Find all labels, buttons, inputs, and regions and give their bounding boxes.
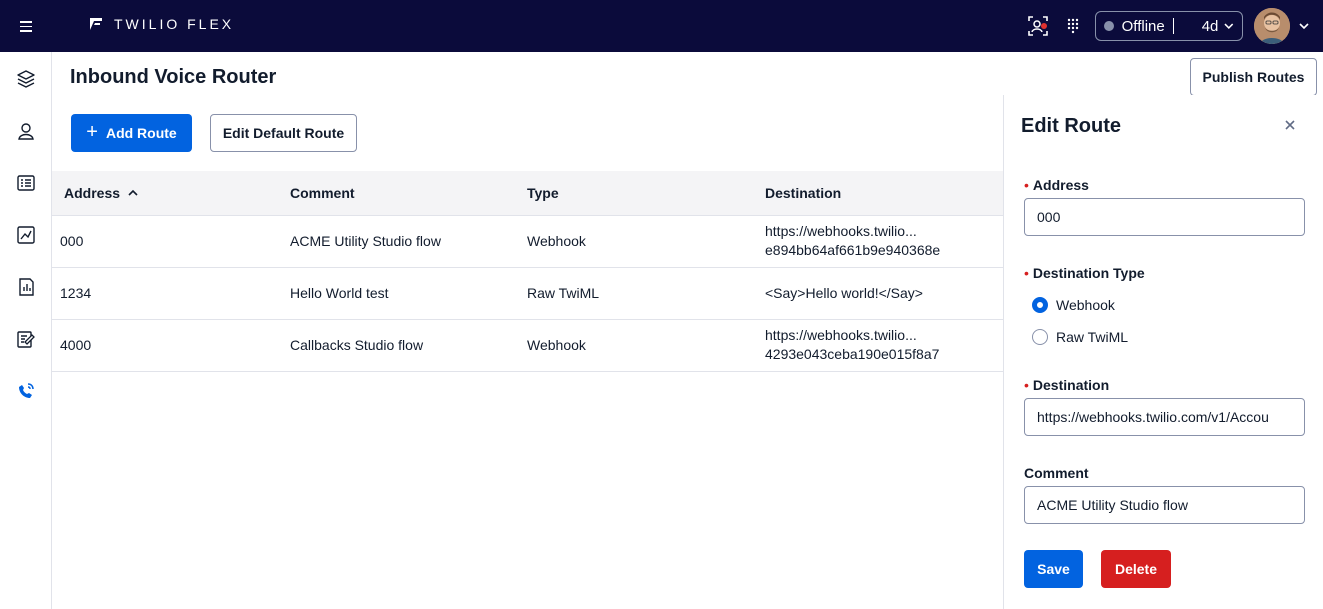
add-route-button[interactable]: + Add Route bbox=[71, 114, 192, 152]
chevron-down-icon[interactable] bbox=[1299, 21, 1309, 31]
nav-layers[interactable] bbox=[16, 69, 36, 89]
destination-type-label: • Destination Type bbox=[1024, 265, 1145, 281]
publish-routes-button[interactable]: Publish Routes bbox=[1190, 58, 1317, 96]
close-icon[interactable] bbox=[1283, 118, 1297, 132]
nav-voice-router[interactable] bbox=[16, 381, 36, 401]
radio-button-checked[interactable] bbox=[1032, 297, 1048, 313]
radio-webhook[interactable]: Webhook bbox=[1032, 297, 1115, 313]
status-label: Offline bbox=[1121, 17, 1165, 35]
plus-icon: + bbox=[86, 121, 98, 143]
comment-label: Comment bbox=[1024, 465, 1089, 481]
top-bar: TWILIO FLEX Offline 4d bbox=[0, 0, 1323, 52]
edit-route-panel: Edit Route • Address 000 • Destination Typ… bbox=[1003, 95, 1323, 609]
nav-reports[interactable] bbox=[16, 277, 36, 297]
nav-queues[interactable] bbox=[16, 173, 36, 193]
cell-comment: Hello World test bbox=[290, 285, 389, 301]
required-marker: • bbox=[1024, 177, 1029, 193]
reports-icon bbox=[19, 278, 34, 296]
cell-destination: <Say>Hello world!</Say> bbox=[765, 285, 923, 301]
destination-input[interactable]: https://webhooks.twilio.com/v1/Accou bbox=[1024, 398, 1305, 436]
queues-list-icon bbox=[17, 175, 35, 191]
save-button[interactable]: Save bbox=[1024, 550, 1083, 588]
cell-address: 1234 bbox=[60, 285, 92, 301]
edit-default-route-button[interactable]: Edit Default Route bbox=[210, 114, 357, 152]
address-input[interactable]: 000 bbox=[1024, 198, 1305, 236]
nav-agents[interactable] bbox=[16, 121, 36, 141]
table-row[interactable]: 1234 Hello World test Raw TwiML <Say>Hel… bbox=[52, 268, 1003, 320]
table-row[interactable]: 4000 Callbacks Studio flow Webhook https… bbox=[52, 320, 1003, 372]
nav-edit[interactable] bbox=[16, 329, 36, 349]
cell-type: Raw TwiML bbox=[527, 285, 600, 301]
layers-icon bbox=[17, 70, 35, 88]
sort-ascending-icon bbox=[128, 189, 138, 196]
cell-address: 4000 bbox=[60, 337, 92, 353]
menu-icon[interactable] bbox=[18, 18, 34, 34]
side-nav bbox=[0, 52, 52, 609]
twilio-flex-logo-icon bbox=[90, 18, 102, 30]
page-title: Inbound Voice Router bbox=[70, 66, 277, 88]
edit-list-icon bbox=[17, 331, 35, 348]
screen-record-icon[interactable] bbox=[1027, 15, 1049, 37]
cell-comment: Callbacks Studio flow bbox=[290, 337, 424, 353]
delete-button[interactable]: Delete bbox=[1101, 550, 1171, 588]
cell-type: Webhook bbox=[527, 233, 586, 249]
status-duration: 4d bbox=[1201, 17, 1219, 35]
cell-destination: https://webhooks.twilio... e894bb64af661… bbox=[765, 223, 941, 258]
address-label: • Address bbox=[1024, 177, 1089, 193]
table-row[interactable]: 000 ACME Utility Studio flow Webhook htt… bbox=[52, 216, 1003, 268]
column-header-address[interactable]: Address bbox=[64, 185, 138, 201]
phone-router-icon bbox=[19, 383, 34, 398]
agents-icon bbox=[18, 123, 34, 140]
routes-table: Address Comment Type Destination 000 ACM… bbox=[52, 171, 1003, 372]
required-marker: • bbox=[1024, 265, 1029, 281]
analytics-icon bbox=[17, 226, 35, 244]
brand: TWILIO FLEX bbox=[88, 16, 234, 32]
status-dot bbox=[1104, 21, 1114, 31]
column-header-comment: Comment bbox=[290, 185, 355, 201]
cell-address: 000 bbox=[60, 233, 84, 249]
required-marker: • bbox=[1024, 377, 1029, 393]
radio-raw-twiml[interactable]: Raw TwiML bbox=[1032, 329, 1128, 345]
chevron-down-icon bbox=[1224, 23, 1234, 30]
user-avatar[interactable] bbox=[1254, 8, 1290, 44]
cell-type: Webhook bbox=[527, 337, 586, 353]
add-route-label: Add Route bbox=[105, 125, 177, 141]
comment-input[interactable]: ACME Utility Studio flow bbox=[1024, 486, 1305, 524]
activity-status-select[interactable]: Offline 4d bbox=[1095, 11, 1243, 41]
cell-destination: https://webhooks.twilio... 4293e043ceba1… bbox=[765, 327, 940, 362]
radio-button[interactable] bbox=[1032, 329, 1048, 345]
destination-label: • Destination bbox=[1024, 377, 1110, 393]
column-header-destination: Destination bbox=[765, 185, 842, 201]
column-header-type: Type bbox=[527, 185, 559, 201]
table-header: Address Comment Type Destination bbox=[52, 171, 1003, 216]
cell-comment: ACME Utility Studio flow bbox=[290, 233, 441, 249]
status-divider bbox=[1172, 18, 1174, 34]
panel-title: Edit Route bbox=[1021, 115, 1121, 137]
dialpad-icon[interactable] bbox=[1066, 18, 1080, 34]
brand-name: TWILIO FLEX bbox=[114, 16, 235, 32]
nav-analytics[interactable] bbox=[16, 225, 36, 245]
